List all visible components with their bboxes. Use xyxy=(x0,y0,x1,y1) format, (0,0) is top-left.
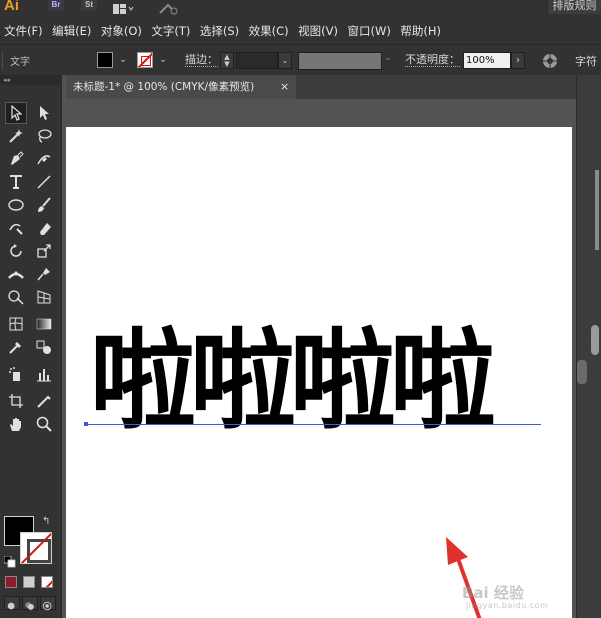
slice-tool-icon[interactable] xyxy=(33,390,55,412)
fill-dropdown-icon[interactable]: ⌄ xyxy=(117,53,129,67)
document-tab[interactable]: 未标题-1* @ 100% (CMYK/像素预览) × xyxy=(66,75,296,99)
menu-edit[interactable]: 编辑(E) xyxy=(52,23,91,39)
stroke-color-box[interactable] xyxy=(20,532,52,564)
none-mode-icon[interactable] xyxy=(41,576,53,588)
text-anchor-point[interactable] xyxy=(84,422,88,426)
swap-fill-stroke-icon[interactable]: ↰ xyxy=(42,516,54,528)
type-tool-icon[interactable] xyxy=(5,171,27,193)
blend-tool-icon[interactable] xyxy=(33,336,55,358)
panel-grip[interactable] xyxy=(2,52,4,69)
menu-select[interactable]: 选择(S) xyxy=(200,23,239,39)
opacity-label[interactable]: 不透明度： xyxy=(405,53,460,67)
bridge-button[interactable]: Br xyxy=(48,0,64,11)
eraser-tool-icon[interactable] xyxy=(33,217,55,239)
dock-panel-icon[interactable] xyxy=(591,325,599,355)
hand-tool-icon[interactable] xyxy=(5,413,27,435)
variable-width-profile[interactable] xyxy=(298,52,382,70)
opacity-expand-icon[interactable]: › xyxy=(511,52,525,69)
tools-panel: ◂◂ ↰ xyxy=(0,75,62,618)
selection-tool-icon[interactable] xyxy=(5,102,27,124)
arrange-documents-icon[interactable] xyxy=(112,0,134,14)
close-tab-icon[interactable]: × xyxy=(280,75,289,99)
watermark-logo: Bai 经验 xyxy=(462,584,524,602)
stroke-weight-dropdown-icon[interactable]: ⌄ xyxy=(278,52,292,69)
illustrator-window: Ai Br St 排版规则 文件(F) 编辑(E) 对象(O) 文字(T) 选择… xyxy=(0,0,601,618)
stroke-weight-input[interactable] xyxy=(236,52,278,69)
mesh-tool-icon[interactable] xyxy=(5,313,27,335)
stroke-color-swatch[interactable] xyxy=(137,52,153,68)
control-bar: 文字 ⌄ ⌄ 描边： ▲ ▼ ⌄ ⌄ 不透明度： 100% › 字符 xyxy=(0,44,601,75)
menu-type[interactable]: 文字(T) xyxy=(151,23,190,39)
draw-inside-icon[interactable] xyxy=(40,596,56,611)
text-baseline xyxy=(86,424,541,425)
app-bar: Ai Br St 排版规则 xyxy=(0,0,601,18)
eyedropper-tool-icon[interactable] xyxy=(5,336,27,358)
zoom-tool-icon[interactable] xyxy=(33,413,55,435)
column-graph-tool-icon[interactable] xyxy=(33,363,55,385)
perspective-grid-tool-icon[interactable] xyxy=(33,286,55,308)
character-panel-link[interactable]: 字符 xyxy=(575,53,597,69)
workspace-switcher[interactable]: 排版规则 xyxy=(547,0,601,14)
menu-object[interactable]: 对象(O) xyxy=(101,23,142,39)
draw-normal-icon[interactable] xyxy=(4,596,20,610)
artboard[interactable]: 啦啦啦啦 Bai 经验 jingyan.baidu.com xyxy=(66,127,572,618)
lasso-tool-icon[interactable] xyxy=(33,125,55,147)
shaper-tool-icon[interactable] xyxy=(5,217,27,239)
right-panel-dock xyxy=(576,75,601,618)
symbol-sprayer-tool-icon[interactable] xyxy=(5,363,27,385)
fill-color-swatch[interactable] xyxy=(97,52,113,68)
document-tab-title: 未标题-1* @ 100% (CMYK/像素预览) xyxy=(73,81,255,93)
default-colors-icon[interactable] xyxy=(3,553,16,568)
artboard-tool-icon[interactable] xyxy=(5,390,27,412)
baidu-watermark: Bai 经验 jingyan.baidu.com xyxy=(462,582,570,612)
vertical-scrollbar[interactable] xyxy=(577,360,587,384)
pen-tool-icon[interactable] xyxy=(5,148,27,170)
opacity-input[interactable]: 100% xyxy=(463,52,511,69)
recolor-globe-icon[interactable] xyxy=(542,53,558,69)
stroke-weight-label[interactable]: 描边： xyxy=(185,53,218,67)
rotate-tool-icon[interactable] xyxy=(5,240,27,262)
menu-window[interactable]: 窗口(W) xyxy=(348,23,391,39)
puppet-warp-tool-icon[interactable] xyxy=(33,263,55,285)
magic-wand-tool-icon[interactable] xyxy=(5,125,27,147)
document-tab-bar: 未标题-1* @ 100% (CMYK/像素预览) × xyxy=(66,75,601,99)
tools-panel-collapse[interactable]: ◂◂ xyxy=(0,75,62,85)
draw-behind-icon[interactable] xyxy=(22,596,38,610)
line-segment-tool-icon[interactable] xyxy=(33,171,55,193)
paintbrush-tool-icon[interactable] xyxy=(33,194,55,216)
dock-divider xyxy=(595,170,599,250)
stroke-dropdown-icon[interactable]: ⌄ xyxy=(157,53,169,67)
profile-dropdown-icon[interactable]: ⌄ xyxy=(384,53,392,63)
stock-button[interactable]: St xyxy=(81,0,97,11)
app-logo: Ai xyxy=(4,0,19,14)
menu-file[interactable]: 文件(F) xyxy=(4,23,43,39)
menu-help[interactable]: 帮助(H) xyxy=(400,23,441,39)
direct-selection-tool-icon[interactable] xyxy=(33,102,55,124)
color-mode-icon[interactable] xyxy=(5,576,17,588)
gradient-tool-icon[interactable] xyxy=(33,313,55,335)
text-object[interactable]: 啦啦啦啦 xyxy=(90,307,541,457)
watermark-url: jingyan.baidu.com xyxy=(466,601,549,610)
stroke-weight-stepper[interactable]: ▲ ▼ xyxy=(220,52,234,69)
sync-icon[interactable] xyxy=(158,0,180,15)
curvature-tool-icon[interactable] xyxy=(33,148,55,170)
canvas-area[interactable]: 啦啦啦啦 Bai 经验 jingyan.baidu.com xyxy=(66,99,576,618)
selection-type-label: 文字 xyxy=(10,57,30,68)
width-tool-icon[interactable] xyxy=(5,263,27,285)
ellipse-tool-icon[interactable] xyxy=(5,194,27,216)
menu-view[interactable]: 视图(V) xyxy=(298,23,338,39)
shape-builder-tool-icon[interactable] xyxy=(5,286,27,308)
gradient-mode-icon[interactable] xyxy=(23,576,35,588)
menu-effect[interactable]: 效果(C) xyxy=(249,23,289,39)
scale-tool-icon[interactable] xyxy=(33,240,55,262)
menu-bar: 文件(F) 编辑(E) 对象(O) 文字(T) 选择(S) 效果(C) 视图(V… xyxy=(0,18,601,44)
